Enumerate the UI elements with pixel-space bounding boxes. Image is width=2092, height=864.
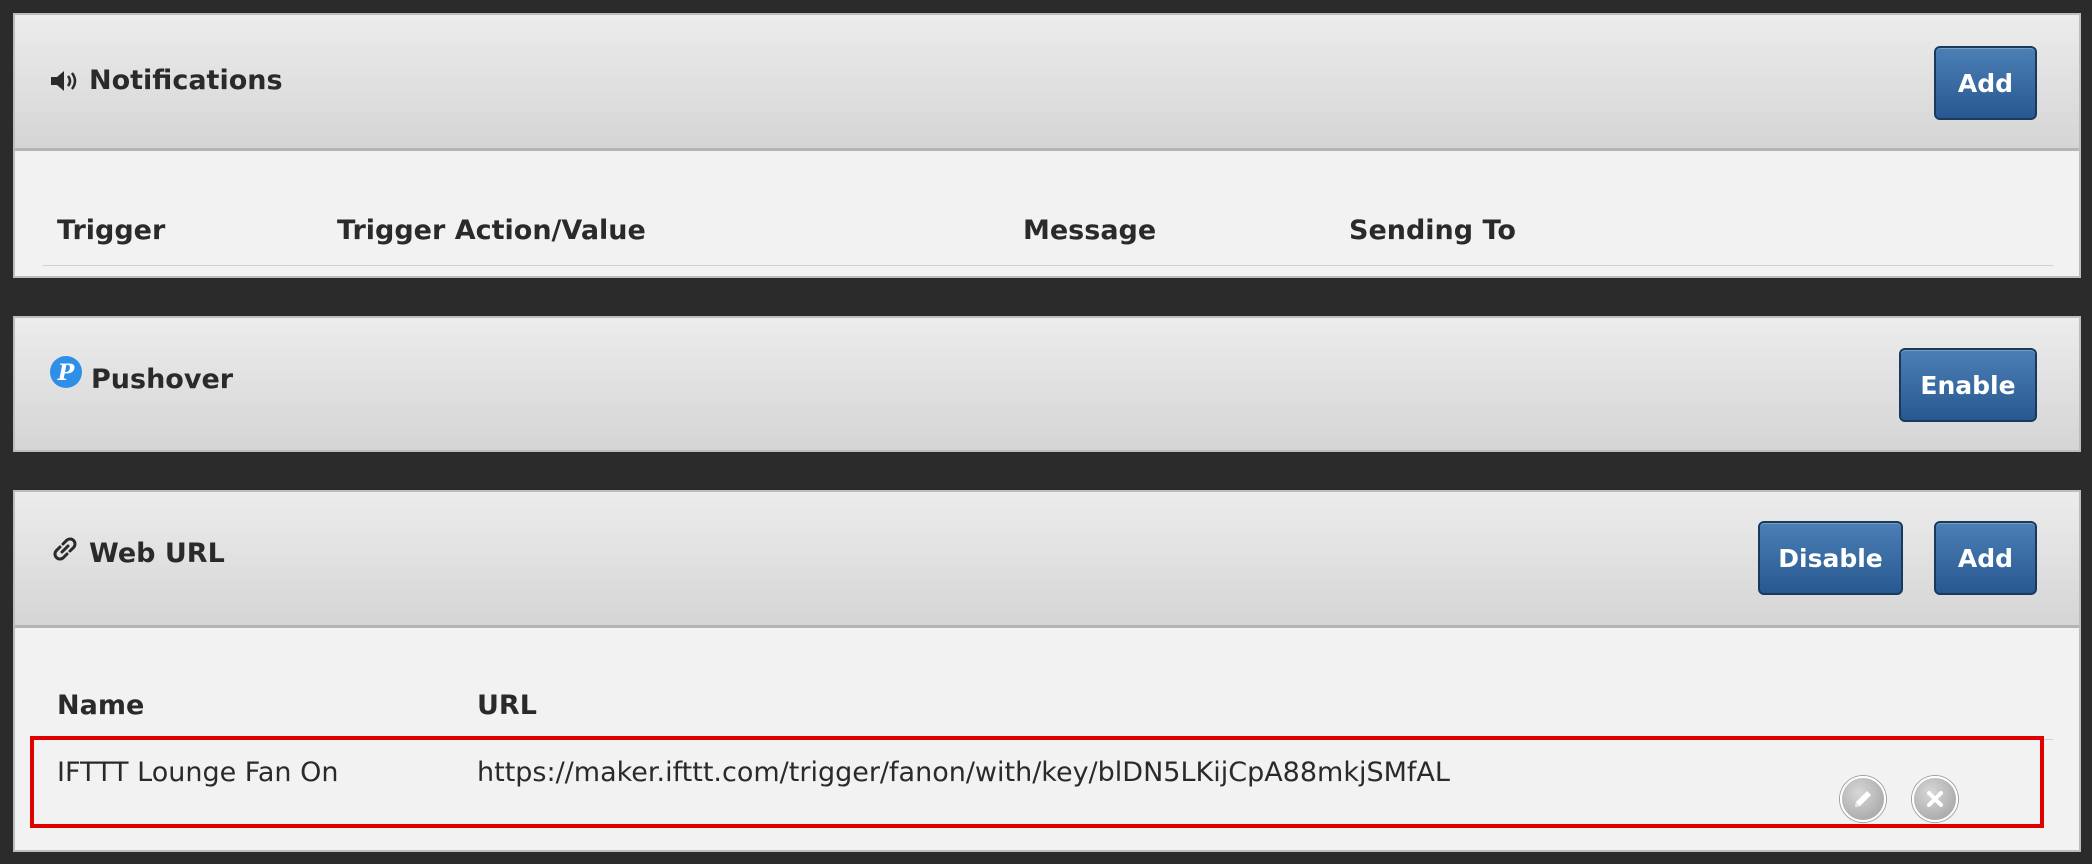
table-row[interactable]: IFTTT Lounge Fan On https://maker.ifttt.… xyxy=(33,740,2053,830)
row-url: https://maker.ifttt.com/trigger/fanon/wi… xyxy=(477,757,1450,788)
weburl-disable-button[interactable]: Disable xyxy=(1758,521,1903,595)
notifications-table-rule xyxy=(43,265,2053,266)
link-icon xyxy=(49,533,81,565)
edit-pencil-icon[interactable] xyxy=(1840,776,1886,822)
column-header-sending-to: Sending To xyxy=(1349,215,1516,246)
svg-text:P: P xyxy=(57,360,76,386)
notifications-title-text: Notifications xyxy=(89,65,283,96)
weburl-header: Web URL Disable Add xyxy=(15,492,2079,628)
column-header-message: Message xyxy=(1023,215,1157,246)
weburl-add-button[interactable]: Add xyxy=(1934,521,2037,595)
pushover-title-text: Pushover xyxy=(91,364,234,395)
column-header-trigger-action: Trigger Action/Value xyxy=(337,215,646,246)
column-header-trigger: Trigger xyxy=(57,215,166,246)
weburl-panel: Web URL Disable Add Name URL IFTTT Loung… xyxy=(13,490,2081,852)
delete-x-icon[interactable] xyxy=(1912,776,1958,822)
pushover-panel: P Pushover Enable xyxy=(13,316,2081,452)
weburl-title-text: Web URL xyxy=(89,538,225,569)
notifications-add-button[interactable]: Add xyxy=(1934,46,2037,120)
notifications-header: Notifications Add xyxy=(15,15,2079,151)
pushover-header: P Pushover Enable xyxy=(15,318,2079,450)
column-header-url: URL xyxy=(477,690,537,721)
pushover-enable-button[interactable]: Enable xyxy=(1899,348,2037,422)
notifications-title: Notifications xyxy=(49,65,283,96)
pushover-title: P Pushover xyxy=(49,355,234,395)
speaker-icon xyxy=(49,68,81,94)
pushover-logo-icon: P xyxy=(49,355,83,389)
column-header-name: Name xyxy=(57,690,145,721)
row-name: IFTTT Lounge Fan On xyxy=(57,757,339,788)
weburl-title: Web URL xyxy=(49,537,225,569)
notifications-panel: Notifications Add Trigger Trigger Action… xyxy=(13,13,2081,278)
